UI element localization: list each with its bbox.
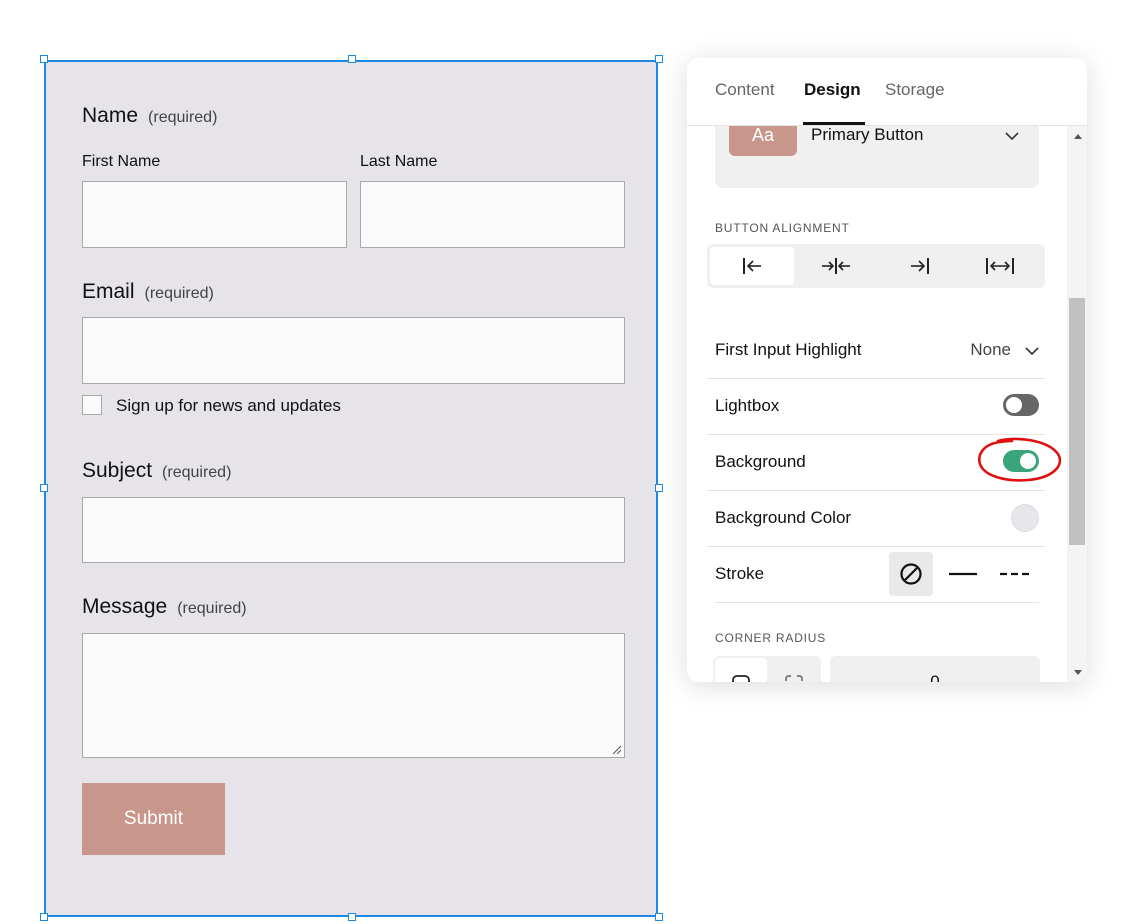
form-block[interactable]: Name (required) First Name Last Name Emai… <box>44 60 658 917</box>
first-name-label: First Name <box>82 153 161 170</box>
align-full-width-icon <box>986 258 1014 274</box>
align-center-icon <box>822 258 850 274</box>
chevron-down-icon <box>1025 347 1039 356</box>
resize-grip-icon[interactable] <box>612 745 621 754</box>
resize-handle-bottom-right[interactable] <box>655 913 663 921</box>
stroke-row: Stroke <box>715 546 1039 603</box>
align-left-icon <box>743 258 761 274</box>
last-name-label: Last Name <box>360 153 438 170</box>
first-name-input[interactable] <box>82 181 347 248</box>
corner-radius-individual-button[interactable] <box>769 658 819 682</box>
resize-handle-top-left[interactable] <box>40 55 48 63</box>
newsletter-label: Sign up for news and updates <box>116 396 341 415</box>
stroke-dashed-button[interactable] <box>993 552 1037 596</box>
align-right-icon <box>911 258 929 274</box>
message-label-text: Message <box>82 595 168 618</box>
scroll-down-icon[interactable] <box>1074 670 1082 675</box>
tab-storage[interactable]: Storage <box>885 80 945 100</box>
first-input-highlight-row[interactable]: First Input Highlight None <box>707 322 1045 379</box>
align-right-button[interactable] <box>878 247 962 285</box>
message-required: (required) <box>177 600 247 617</box>
button-style-select[interactable]: Aa Primary Button <box>715 126 1039 188</box>
newsletter-checkbox[interactable] <box>82 395 102 415</box>
email-input[interactable] <box>82 317 625 384</box>
stroke-label: Stroke <box>715 564 765 583</box>
email-required: (required) <box>144 285 214 302</box>
lightbox-row: Lightbox <box>707 378 1045 435</box>
background-color-label: Background Color <box>715 508 852 527</box>
background-color-swatch[interactable] <box>1011 504 1039 532</box>
chevron-down-icon <box>1005 132 1019 141</box>
first-input-highlight-label: First Input Highlight <box>715 340 862 359</box>
email-label: Email (required) <box>82 280 214 304</box>
resize-handle-top-right[interactable] <box>655 55 663 63</box>
tab-design[interactable]: Design <box>804 80 861 100</box>
background-label: Background <box>715 452 806 471</box>
scroll-up-icon[interactable] <box>1074 134 1082 139</box>
subject-label: Subject (required) <box>82 459 231 483</box>
button-style-swatch: Aa <box>729 126 797 156</box>
tab-content[interactable]: Content <box>715 80 775 100</box>
solid-line-icon <box>949 572 977 576</box>
lightbox-toggle[interactable] <box>1003 394 1039 416</box>
message-textarea[interactable] <box>82 633 625 758</box>
resize-handle-right[interactable] <box>655 484 663 492</box>
lightbox-label: Lightbox <box>715 396 780 415</box>
panel-scrollbar[interactable] <box>1067 126 1087 682</box>
corner-individual-icon <box>785 675 803 681</box>
resize-handle-bottom-left[interactable] <box>40 913 48 921</box>
dashed-line-icon <box>1000 572 1030 576</box>
stroke-none-button[interactable] <box>889 552 933 596</box>
corner-radius-all-button[interactable] <box>715 658 767 682</box>
email-label-text: Email <box>82 280 135 303</box>
submit-button[interactable]: Submit <box>82 783 225 855</box>
button-alignment-group <box>707 244 1045 288</box>
annotation-circle <box>978 437 1062 482</box>
name-required: (required) <box>148 109 218 126</box>
subject-input[interactable] <box>82 497 625 563</box>
subject-required: (required) <box>162 464 232 481</box>
resize-handle-left[interactable] <box>40 484 48 492</box>
name-label-text: Name <box>82 104 139 127</box>
corner-radius-input[interactable]: 0 <box>830 656 1040 682</box>
panel-tabs: Content Design Storage <box>687 58 1087 126</box>
resize-handle-bottom[interactable] <box>348 913 356 921</box>
design-panel: Content Design Storage Aa Primary Button… <box>687 58 1087 682</box>
name-label: Name (required) <box>82 104 217 128</box>
corner-radius-value: 0 <box>930 672 940 682</box>
background-color-row: Background Color <box>707 490 1045 547</box>
last-name-input[interactable] <box>360 181 625 248</box>
first-input-highlight-value: None <box>970 340 1011 359</box>
corner-radius-mode-group <box>713 656 821 682</box>
scrollbar-thumb[interactable] <box>1069 298 1085 545</box>
toggle-knob <box>1006 397 1022 413</box>
corner-all-icon <box>732 675 750 682</box>
button-style-name: Primary Button <box>811 126 924 144</box>
message-label: Message (required) <box>82 595 247 619</box>
no-stroke-icon <box>900 563 922 585</box>
align-center-button[interactable] <box>794 247 878 285</box>
subject-label-text: Subject <box>82 459 153 482</box>
stroke-solid-button[interactable] <box>941 552 985 596</box>
active-tab-indicator <box>803 122 865 125</box>
panel-body: Aa Primary Button BUTTON ALIGNMENT First… <box>687 126 1067 682</box>
align-full-width-button[interactable] <box>958 247 1042 285</box>
corner-radius-title: CORNER RADIUS <box>715 631 827 645</box>
align-left-button[interactable] <box>710 247 794 285</box>
resize-handle-top[interactable] <box>348 55 356 63</box>
button-alignment-title: BUTTON ALIGNMENT <box>715 221 850 235</box>
